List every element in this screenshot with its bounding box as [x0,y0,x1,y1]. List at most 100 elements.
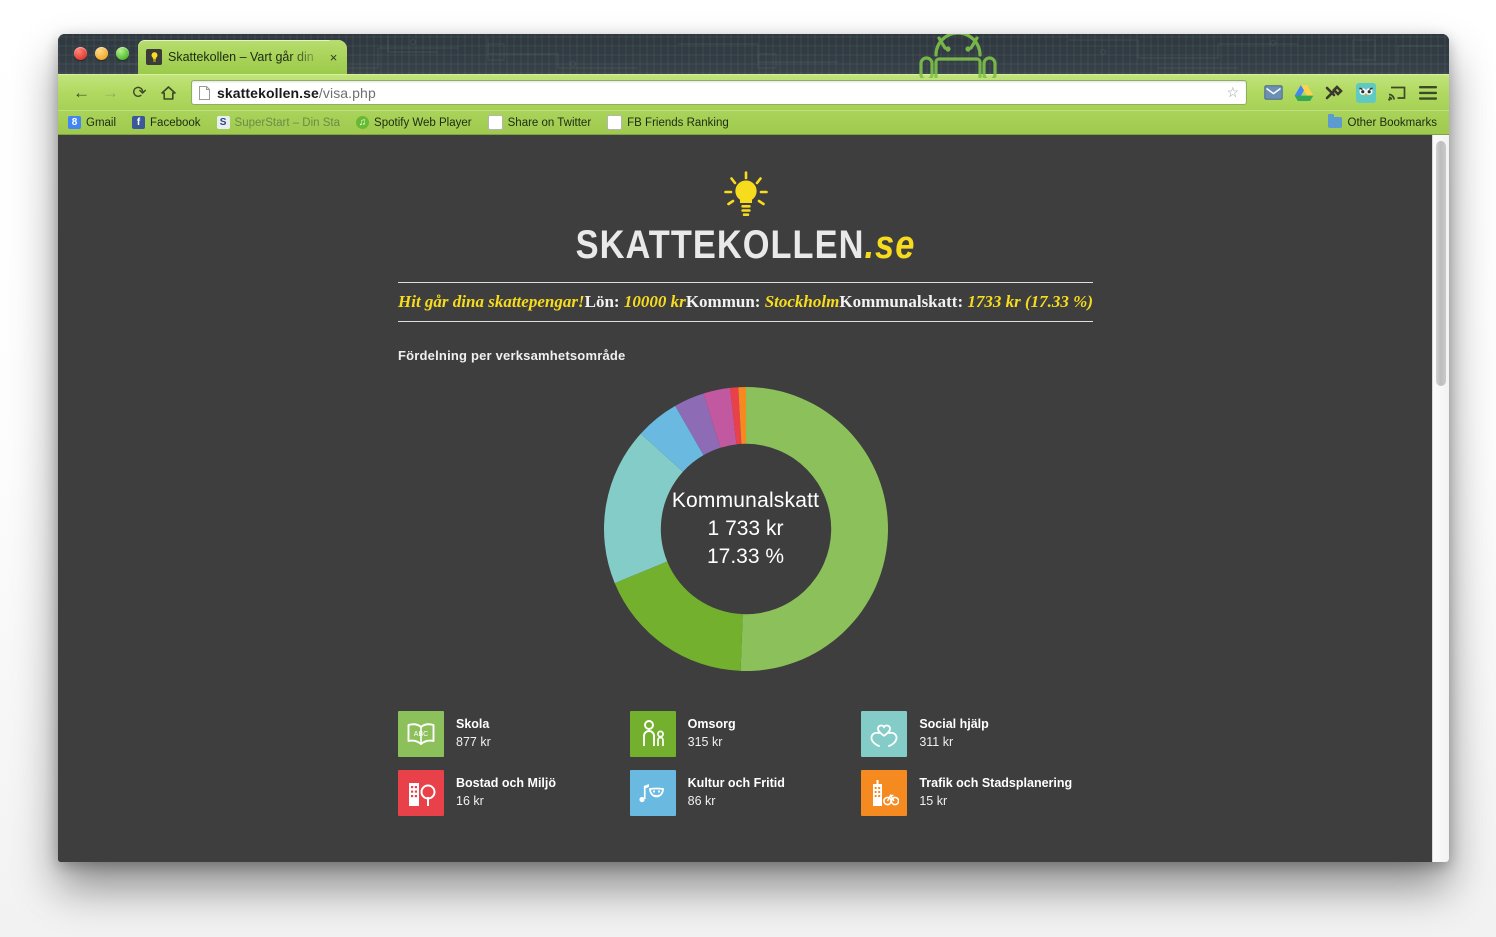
info-bar: Hit går dina skattepengar! Lön: 10000 kr… [398,283,1093,322]
bookmark-star-icon[interactable]: ☆ [1226,84,1239,101]
music-masks-icon [629,770,676,816]
book-abc-icon: ABC [398,711,444,757]
legend-name: Skola [456,717,490,731]
google-drive-icon[interactable] [1293,82,1315,104]
chart-legend: ABC Skola 877 kr Omsorg 315 kr Social hj… [398,711,1093,816]
tools-icon[interactable] [1324,82,1346,104]
page-scrollbar[interactable] [1432,135,1449,862]
page-document-icon [199,85,210,100]
legend-value: 15 kr [919,794,948,808]
tab-favicon-lightbulb-icon [146,49,162,65]
bookmark-label: Facebook [150,116,201,129]
tax-value: 1733 kr (17.33 %) [967,292,1093,311]
donut-chart: Kommunalskatt 1 733 kr 17.33 % [58,385,1433,673]
building-bike-icon [861,770,908,816]
people-icon [629,711,676,757]
other-bookmarks-folder[interactable]: Other Bookmarks [1327,114,1437,129]
municipality-value: Stockholm [764,292,840,311]
legend-name: Social hjälp [919,717,989,731]
url-domain: skattekollen.se [217,84,319,101]
legend-value: 86 kr [687,794,716,808]
url-path: /visa.php [318,84,376,101]
address-bar[interactable]: skattekollen.se/visa.php ☆ [191,80,1247,105]
donut-slice-skola[interactable] [740,387,888,671]
web-page: SKATTEKOLLEN.se Hit går dina skattepenga… [58,135,1433,862]
legend-text: Kultur och Fritid 86 kr [688,770,785,808]
window-controls[interactable] [74,47,129,60]
page-icon [487,115,503,130]
superstart-icon: S [216,116,230,129]
legend-item-kultur-och-fritid[interactable]: Kultur och Fritid 86 kr [629,770,862,816]
bookmark-share-on-twitter[interactable]: Share on Twitter [487,115,592,130]
tax-label: Kommunalskatt: [839,292,964,311]
lightbulb-logo-icon [723,171,768,216]
site-slogan: Hit går dina skattepengar! [398,292,585,311]
address-bar-url: skattekollen.se/visa.php [217,85,376,101]
bookmark-label: SuperStart – Din Sta [234,116,341,129]
other-bookmarks-label: Other Bookmarks [1347,116,1437,129]
owl-icon[interactable] [1355,82,1377,104]
site-logo: SKATTEKOLLEN.se [154,223,1337,268]
legend-item-social-hjalp[interactable]: Social hjälp 311 kr [861,711,1093,757]
legend-item-omsorg[interactable]: Omsorg 315 kr [629,711,862,757]
menu-icon[interactable] [1417,82,1439,104]
reload-button[interactable]: ⟳ [126,79,153,106]
building-tree-icon [398,770,444,816]
page-viewport: SKATTEKOLLEN.se Hit går dina skattepenga… [58,135,1449,862]
municipality-label: Kommun: [685,292,761,311]
cast-icon[interactable] [1386,82,1408,104]
logo-suffix: .se [864,223,916,267]
browser-toolbar: ← → ⟳ skattekollen.se/visa.php ☆ [58,74,1449,110]
legend-name: Trafik och Stadsplanering [919,776,1073,790]
mail-icon[interactable] [1262,82,1284,104]
legend-name: Kultur och Fritid [687,776,785,790]
legend-text: Bostad och Miljö 16 kr [456,770,556,808]
forward-button[interactable]: → [97,79,124,106]
home-button[interactable] [155,79,182,106]
extension-icons [1256,82,1439,104]
bookmark-gmail[interactable]: 8 Gmail [68,116,116,129]
legend-text: Trafik och Stadsplanering 15 kr [919,770,1072,808]
bookmarks-bar: 8 Gmail f Facebook S SuperStart – Din St… [58,110,1449,135]
bookmark-label: Share on Twitter [507,116,592,129]
svg-text:ABC: ABC [414,731,428,738]
legend-value: 315 kr [687,735,723,749]
legend-text: Social hjälp 311 kr [919,711,988,749]
salary-label: Lön: [584,292,620,311]
android-robot-icon [919,34,997,78]
legend-item-trafik-och-stadsplanering[interactable]: Trafik och Stadsplanering 15 kr [861,770,1093,816]
bookmark-facebook[interactable]: f Facebook [132,116,201,129]
legend-text: Skola 877 kr [456,711,491,749]
browser-tab[interactable]: Skattekollen – Vart går din × [138,40,347,74]
bookmark-superstart[interactable]: S SuperStart – Din Sta [216,116,341,129]
legend-item-bostad-och-miljo[interactable]: Bostad och Miljö 16 kr [398,770,630,816]
home-icon [161,85,176,100]
folder-icon [1327,114,1342,128]
legend-value: 311 kr [919,735,954,749]
tax-info: Kommunalskatt: 1733 kr (17.33 %) [839,292,1093,312]
section-title: Fördelning per verksamhetsområde [398,348,626,363]
scrollbar-thumb[interactable] [1436,141,1446,386]
legend-text: Omsorg 315 kr [688,711,736,749]
bookmark-label: Gmail [86,116,117,129]
skattekollen-site: SKATTEKOLLEN.se Hit går dina skattepenga… [58,135,1433,816]
spotify-icon: ♫ [356,116,370,129]
gmail-icon: 8 [68,116,81,129]
tab-close-icon[interactable]: × [326,50,341,65]
minimize-window-button[interactable] [95,47,108,60]
donut-chart-svg[interactable] [602,385,890,673]
legend-item-skola[interactable]: ABC Skola 877 kr [398,711,630,757]
page-icon [607,115,623,130]
bookmark-fb-friends-ranking[interactable]: FB Friends Ranking [607,115,729,130]
maximize-window-button[interactable] [116,47,129,60]
bookmark-spotify[interactable]: ♫ Spotify Web Player [356,116,472,129]
close-window-button[interactable] [74,47,87,60]
legend-value: 877 kr [456,735,491,749]
back-button[interactable]: ← [68,79,95,106]
bookmark-label: Spotify Web Player [374,116,472,129]
hands-heart-icon [861,711,908,757]
legend-value: 16 kr [456,794,484,808]
legend-name: Bostad och Miljö [456,776,556,790]
municipality-info: Kommun: Stockholm [686,292,840,312]
donut-slice-omsorg[interactable] [614,561,743,671]
